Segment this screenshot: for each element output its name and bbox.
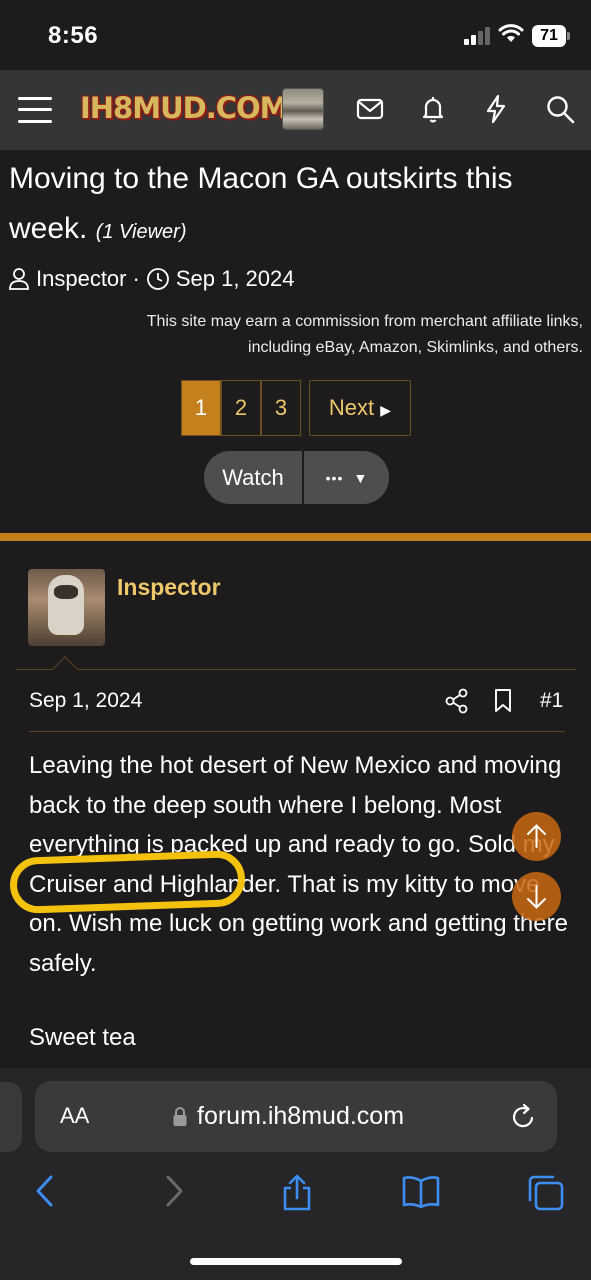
next-page-button[interactable]: Next ▶ (309, 380, 411, 436)
reload-icon[interactable] (510, 1103, 538, 1131)
page-3-button[interactable]: 3 (261, 380, 301, 436)
post-body-divider (29, 731, 565, 732)
search-icon[interactable] (545, 94, 575, 124)
post-date-link[interactable]: Sep 1, 2024 (29, 689, 142, 713)
highlight-annotation (9, 849, 246, 915)
forward-icon[interactable] (160, 1174, 186, 1208)
post-author-avatar[interactable] (28, 569, 105, 646)
post-author-link[interactable]: Inspector (117, 574, 221, 601)
share-sheet-icon[interactable] (280, 1174, 314, 1212)
clock-icon (146, 268, 169, 290)
inbox-icon[interactable] (355, 94, 385, 124)
arrow-down-icon (527, 885, 546, 909)
arrow-up-icon (527, 824, 546, 848)
post-number-link[interactable]: #1 (540, 689, 563, 713)
bookmarks-icon[interactable] (401, 1174, 441, 1210)
caret-down-icon: ▼ (353, 470, 368, 486)
user-avatar[interactable] (282, 88, 324, 130)
post-header-divider (16, 669, 576, 670)
scroll-up-button[interactable] (512, 812, 561, 861)
thread-title-text: Moving to the Macon GA outskirts this we… (9, 162, 513, 245)
battery-level: 71 (532, 25, 566, 47)
watch-button[interactable]: Watch (204, 451, 302, 504)
battery-cap (567, 32, 570, 40)
thread-title: Moving to the Macon GA outskirts this we… (9, 154, 584, 257)
text-size-label: AA (60, 1103, 90, 1128)
meta-separator: · (132, 266, 140, 291)
bell-icon[interactable] (418, 94, 448, 124)
more-options-button[interactable]: ••• ▼ (304, 451, 389, 504)
post-signoff: Sweet tea (29, 1024, 136, 1051)
back-icon[interactable] (33, 1174, 59, 1208)
url-text[interactable]: forum.ih8mud.com (197, 1102, 404, 1131)
affiliate-note: This site may earn a commission from mer… (146, 313, 583, 356)
thread-meta: Inspector · Sep 1, 2024 (8, 266, 295, 292)
scroll-down-button[interactable] (512, 872, 561, 921)
cellular-signal-icon (464, 27, 490, 45)
thread-date-link[interactable]: Sep 1, 2024 (176, 266, 295, 292)
caret-right-icon: ▶ (380, 402, 392, 418)
user-icon (9, 268, 29, 290)
section-divider (0, 533, 591, 541)
page-2-button[interactable]: 2 (221, 380, 261, 436)
site-header: IH8MUD.COM (0, 70, 591, 150)
bookmark-icon[interactable] (492, 688, 514, 714)
site-logo[interactable]: IH8MUD.COM (80, 88, 289, 128)
home-indicator (190, 1258, 402, 1265)
viewer-count: (1 Viewer) (95, 221, 187, 243)
battery-icon: 71 (532, 25, 570, 47)
more-dots: ••• (325, 470, 344, 486)
post-pointer-arrow (52, 656, 78, 682)
text-size-button[interactable]: AA (60, 1103, 89, 1129)
share-icon[interactable] (444, 688, 470, 714)
menu-icon[interactable] (18, 95, 52, 125)
previous-tab-preview[interactable] (0, 1082, 22, 1152)
lock-icon (173, 1107, 187, 1126)
page-1-button[interactable]: 1 (181, 380, 221, 436)
thread-author-link[interactable]: Inspector (36, 266, 127, 292)
next-page-label: Next (328, 395, 375, 420)
bolt-icon[interactable] (481, 94, 511, 124)
tabs-icon[interactable] (527, 1174, 565, 1212)
wifi-icon (498, 24, 524, 42)
status-time: 8:56 (48, 22, 99, 49)
